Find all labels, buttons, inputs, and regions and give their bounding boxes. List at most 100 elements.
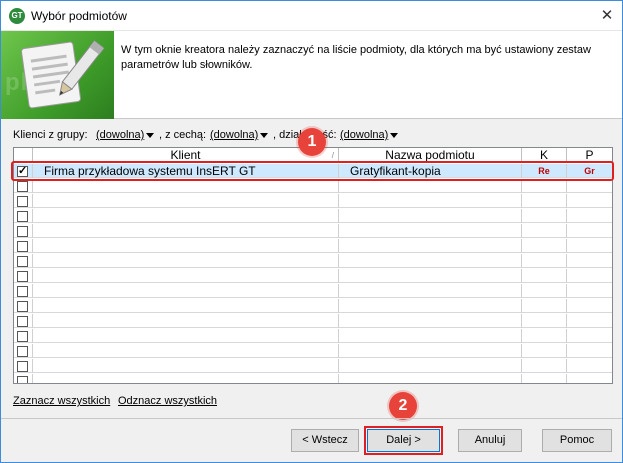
row-checkbox[interactable] xyxy=(17,164,28,178)
cancel-button[interactable]: Anuluj xyxy=(458,429,522,452)
grid-cell xyxy=(339,344,522,358)
row-checkbox-cell xyxy=(14,239,33,253)
back-button[interactable]: < Wstecz xyxy=(291,429,359,452)
grid-cell xyxy=(522,209,567,223)
grid-cell xyxy=(339,299,522,313)
entities-grid[interactable]: Klient / Nazwa podmiotu K P Firma przykł… xyxy=(13,147,613,384)
grid-cell xyxy=(567,359,612,373)
row-checkbox[interactable] xyxy=(17,196,28,207)
row-checkbox-cell xyxy=(14,344,33,358)
grid-cell xyxy=(33,179,339,193)
table-row[interactable] xyxy=(14,314,612,328)
grid-cell xyxy=(522,239,567,253)
client-cell: Firma przykładowa systemu InsERT GT xyxy=(33,164,339,178)
window-title: Wybór podmiotów xyxy=(31,9,127,23)
grid-cell xyxy=(33,224,339,238)
table-row[interactable] xyxy=(14,224,612,238)
step-marker-2: 2 xyxy=(389,392,417,420)
grid-cell xyxy=(567,224,612,238)
row-checkbox-cell xyxy=(14,194,33,208)
feature-filter-dropdown[interactable]: (dowolna) xyxy=(210,129,269,141)
header-p[interactable]: P xyxy=(567,148,612,163)
select-all-link[interactable]: Zaznacz wszystkich xyxy=(13,395,110,407)
grid-cell xyxy=(522,374,567,383)
table-row[interactable] xyxy=(14,299,612,313)
grid-cell xyxy=(567,209,612,223)
banner-description: W tym oknie kreatora należy zaznaczyć na… xyxy=(121,44,591,71)
grid-cell xyxy=(522,269,567,283)
step-marker-1: 1 xyxy=(298,128,326,156)
row-checkbox[interactable] xyxy=(17,241,28,252)
close-button[interactable]: ✕ xyxy=(592,1,622,30)
entity-cell: Gratyfikant-kopia xyxy=(339,164,522,178)
row-checkbox[interactable] xyxy=(17,211,28,222)
grid-cell xyxy=(567,269,612,283)
p-badge: Gr xyxy=(584,166,595,176)
chevron-down-icon xyxy=(146,132,155,138)
table-row[interactable] xyxy=(14,269,612,283)
grid-cell xyxy=(339,374,522,383)
grid-cell xyxy=(567,344,612,358)
table-row[interactable] xyxy=(14,374,612,383)
table-row[interactable] xyxy=(14,344,612,358)
table-row[interactable] xyxy=(14,179,612,193)
header-entity-name[interactable]: Nazwa podmiotu xyxy=(339,148,522,163)
chevron-down-icon xyxy=(390,132,399,138)
grid-cell xyxy=(33,359,339,373)
row-checkbox[interactable] xyxy=(17,361,28,372)
grid-cell xyxy=(33,314,339,328)
row-checkbox[interactable] xyxy=(17,316,28,327)
table-row[interactable] xyxy=(14,254,612,268)
row-checkbox-cell xyxy=(14,209,33,223)
grid-cell xyxy=(522,329,567,343)
row-checkbox-cell xyxy=(14,254,33,268)
row-checkbox[interactable] xyxy=(17,226,28,237)
table-row[interactable] xyxy=(14,359,612,373)
row-checkbox-cell xyxy=(14,164,33,178)
header-k[interactable]: K xyxy=(522,148,567,163)
row-checkbox[interactable] xyxy=(17,286,28,297)
activity-filter-dropdown[interactable]: (dowolna) xyxy=(340,129,399,141)
grid-cell xyxy=(33,239,339,253)
next-button[interactable]: Dalej > xyxy=(367,429,440,452)
wizard-window: GT Wybór podmiotów ✕ pl ert xyxy=(0,0,623,463)
app-icon: GT xyxy=(9,8,25,24)
grid-cell xyxy=(567,314,612,328)
grid-cell xyxy=(567,299,612,313)
row-checkbox[interactable] xyxy=(17,301,28,312)
title-bar: GT Wybór podmiotów ✕ xyxy=(1,1,622,31)
row-checkbox[interactable] xyxy=(17,271,28,282)
group-filter-value: (dowolna) xyxy=(96,129,145,141)
row-checkbox-cell xyxy=(14,179,33,193)
grid-cell xyxy=(522,359,567,373)
row-checkbox[interactable] xyxy=(17,331,28,342)
row-checkbox[interactable] xyxy=(17,256,28,267)
header-k-label: K xyxy=(539,148,548,162)
grid-cell xyxy=(522,314,567,328)
table-row[interactable] xyxy=(14,194,612,208)
grid-cell xyxy=(33,344,339,358)
grid-cell xyxy=(339,209,522,223)
group-filter-dropdown[interactable]: (dowolna) xyxy=(96,129,155,141)
group-filter-label: Klienci z grupy: xyxy=(13,129,88,141)
row-checkbox[interactable] xyxy=(17,181,28,192)
grid-cell xyxy=(33,329,339,343)
table-row[interactable] xyxy=(14,239,612,253)
header-client[interactable]: Klient / xyxy=(33,148,339,163)
help-button[interactable]: Pomoc xyxy=(542,429,612,452)
grid-cell xyxy=(522,194,567,208)
grid-cell xyxy=(339,359,522,373)
row-checkbox[interactable] xyxy=(17,346,28,357)
header-p-label: P xyxy=(585,148,594,162)
grid-cell xyxy=(33,209,339,223)
table-row[interactable] xyxy=(14,284,612,298)
row-checkbox-cell xyxy=(14,314,33,328)
row-checkbox[interactable] xyxy=(17,376,28,383)
header-entity-label: Nazwa podmiotu xyxy=(385,148,475,162)
document-pencil-icon xyxy=(20,40,105,109)
deselect-all-link[interactable]: Odznacz wszystkich xyxy=(118,395,217,407)
table-row[interactable] xyxy=(14,329,612,343)
table-row[interactable] xyxy=(14,209,612,223)
table-row[interactable]: Firma przykładowa systemu InsERT GT Grat… xyxy=(14,164,612,178)
row-checkbox-cell xyxy=(14,374,33,383)
